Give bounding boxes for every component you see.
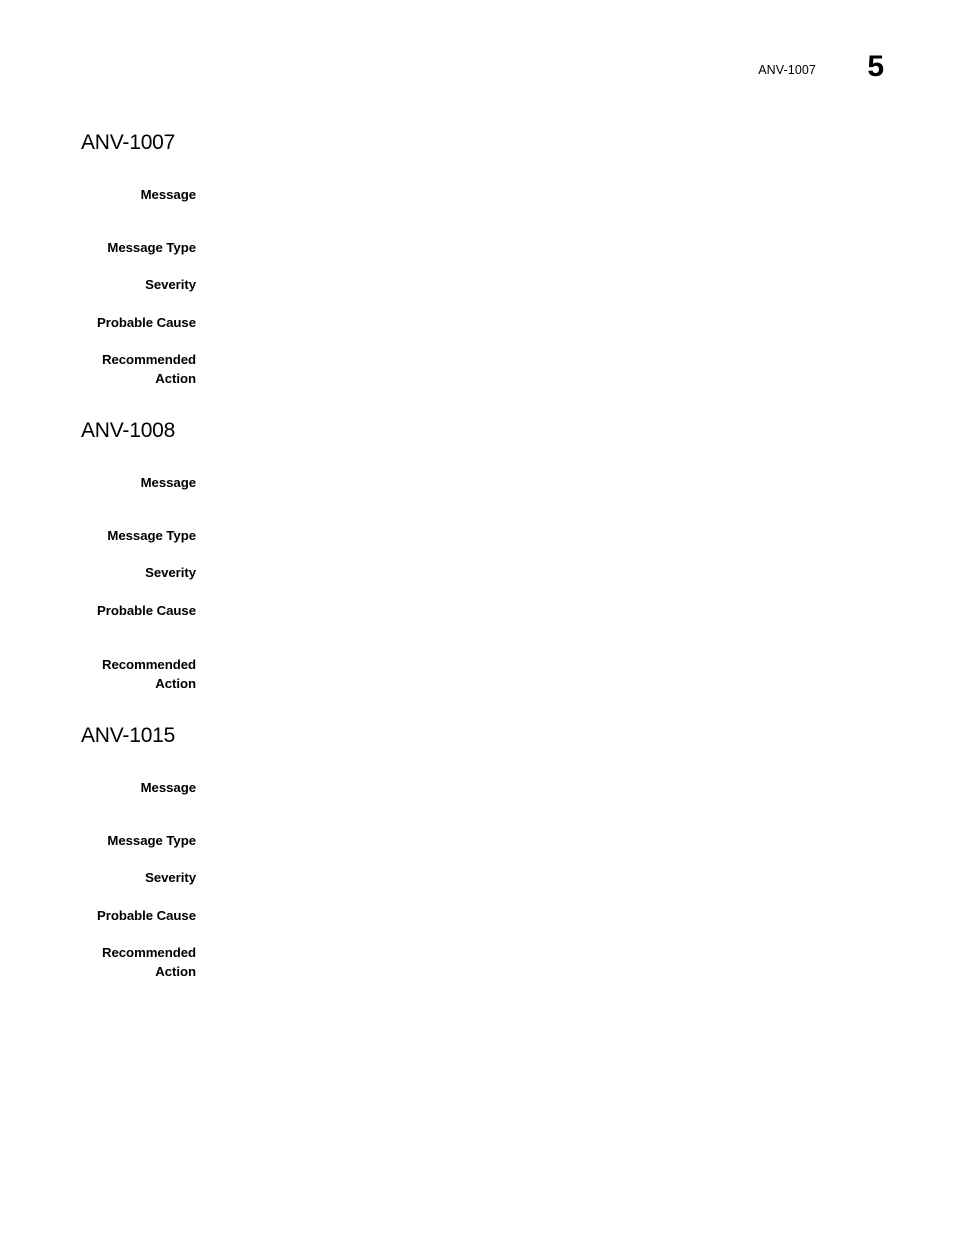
- attribute-value: [196, 527, 881, 546]
- attribute-value: [196, 944, 881, 963]
- page-number: 5: [867, 50, 884, 83]
- attribute-label: Recommended Action: [102, 657, 196, 691]
- header-chapter-label: ANV-1007: [758, 63, 816, 77]
- attribute-label: Message: [140, 780, 196, 795]
- attribute-label: Recommended Action: [102, 352, 196, 386]
- attribute-value: [196, 656, 881, 675]
- attribute-row: Probable Cause: [81, 314, 881, 333]
- message-section: ANV-1015 Message Message Type Severity Proba…: [81, 723, 881, 981]
- attribute-row: Probable Cause: [81, 907, 881, 926]
- attribute-value: [196, 907, 881, 926]
- attribute-label: Message: [140, 187, 196, 202]
- document-page: ANV-1007 5 ANV-1007 Message Message Type Se…: [0, 0, 954, 1235]
- attribute-row: Message: [81, 474, 881, 493]
- attribute-value: [196, 779, 881, 798]
- attribute-value: [196, 186, 881, 205]
- attribute-label: Probable Cause: [97, 314, 196, 330]
- attribute-row: Message: [81, 779, 881, 798]
- section-title: ANV-1008: [81, 419, 176, 442]
- attribute-row: Severity: [81, 869, 881, 888]
- attribute-row: Recommended Action: [81, 944, 881, 981]
- attribute-value: [196, 276, 881, 295]
- attribute-value: [196, 314, 881, 333]
- attribute-row: Message: [81, 186, 881, 205]
- attribute-value: [196, 832, 881, 851]
- attribute-row: Severity: [81, 564, 881, 583]
- attribute-label: Message: [140, 475, 196, 490]
- attribute-label: Recommended Action: [102, 945, 196, 979]
- message-section: ANV-1008 Message Message Type Severity Proba…: [81, 418, 881, 693]
- section-title: ANV-1007: [81, 131, 176, 154]
- running-header: ANV-1007 5: [0, 50, 954, 100]
- attribute-label: Severity: [145, 870, 196, 885]
- attribute-value: [196, 351, 881, 370]
- attribute-value: [196, 239, 881, 258]
- page-body: ANV-1007 Message Message Type Severity Proba…: [81, 130, 881, 981]
- attribute-row: Message Type: [81, 239, 881, 258]
- attribute-value: [196, 602, 881, 621]
- section-title: ANV-1015: [81, 724, 176, 747]
- attribute-row: Message Type: [81, 527, 881, 546]
- attribute-list: Message Message Type Severity Probable Caus…: [81, 779, 881, 981]
- attribute-list: Message Message Type Severity Probable Caus…: [81, 186, 881, 388]
- attribute-label: Severity: [145, 565, 196, 580]
- attribute-label: Probable Cause: [97, 907, 196, 923]
- attribute-value: [196, 474, 881, 493]
- attribute-row: Message Type: [81, 832, 881, 851]
- attribute-label: Message Type: [107, 527, 196, 543]
- attribute-row: Recommended Action: [81, 351, 881, 388]
- attribute-label: Probable Cause: [97, 602, 196, 618]
- attribute-label: Message Type: [107, 239, 196, 255]
- attribute-row: Probable Cause: [81, 602, 881, 621]
- attribute-list: Message Message Type Severity Probable Caus…: [81, 474, 881, 693]
- attribute-row: Recommended Action: [81, 656, 881, 693]
- attribute-row: Severity: [81, 276, 881, 295]
- message-section: ANV-1007 Message Message Type Severity Proba…: [81, 130, 881, 388]
- attribute-label: Severity: [145, 277, 196, 292]
- attribute-value: [196, 869, 881, 888]
- attribute-value: [196, 564, 881, 583]
- attribute-label: Message Type: [107, 832, 196, 848]
